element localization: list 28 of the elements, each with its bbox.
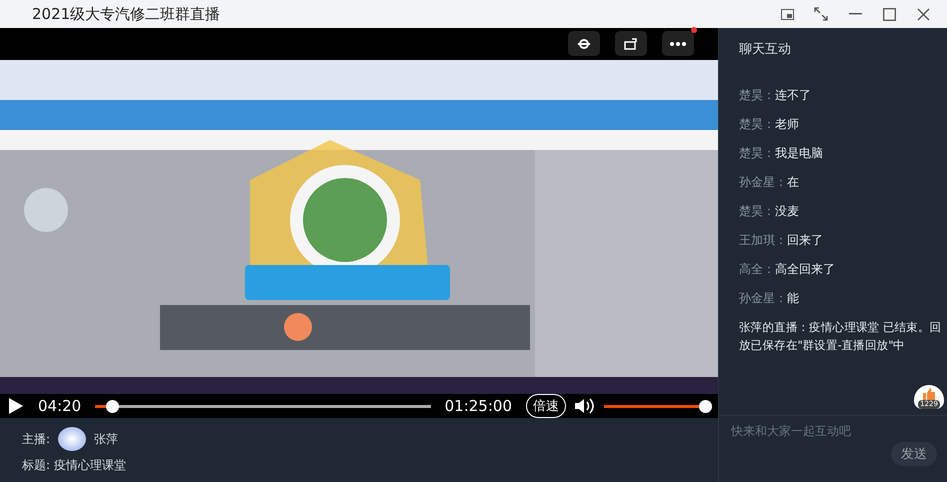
chat-title: 聊天互动 <box>738 41 792 59</box>
chat-input[interactable]: 快来和大家一起互动吧 <box>731 422 911 440</box>
chat-message: 高全：高全回来了 <box>739 261 836 278</box>
chat-message: 王加琪：回来了 <box>739 232 824 249</box>
settings-button[interactable] <box>568 31 600 56</box>
chat-message: 孙金星：能 <box>739 290 800 307</box>
play-icon[interactable] <box>6 397 24 415</box>
duration: 01:25:00 <box>444 397 513 415</box>
chat-message: 楚昊：我是电脑 <box>739 145 824 162</box>
rotate-button[interactable] <box>615 31 647 56</box>
title-label: 标题: <box>22 456 50 474</box>
chat-message: 楚昊：老师 <box>739 116 800 133</box>
host-name: 张萍 <box>94 430 118 448</box>
stream-title: 疫情心理课堂 <box>54 456 126 474</box>
chat-message: 楚昊：没麦 <box>739 203 800 220</box>
system-notice: 张萍的直播：疫情心理课堂 已结束。回放已保存在"群设置-直播回放"中 <box>739 319 942 354</box>
chat-message: 孙金星：在 <box>739 174 800 191</box>
host-label: 主播: <box>22 430 50 448</box>
speed-button[interactable]: 倍速 <box>526 394 566 418</box>
current-time: 04:20 <box>37 397 82 415</box>
window-title: 2021级大专汽修二班群直播 <box>32 4 222 24</box>
send-button[interactable]: 发送 <box>891 442 937 466</box>
more-icon <box>670 42 686 46</box>
thumbs-up-icon <box>922 388 936 400</box>
rotate-icon <box>624 38 638 50</box>
volume-icon[interactable] <box>574 397 596 415</box>
avatar <box>58 427 86 451</box>
chat-message: 楚昊：连不了 <box>739 87 812 104</box>
